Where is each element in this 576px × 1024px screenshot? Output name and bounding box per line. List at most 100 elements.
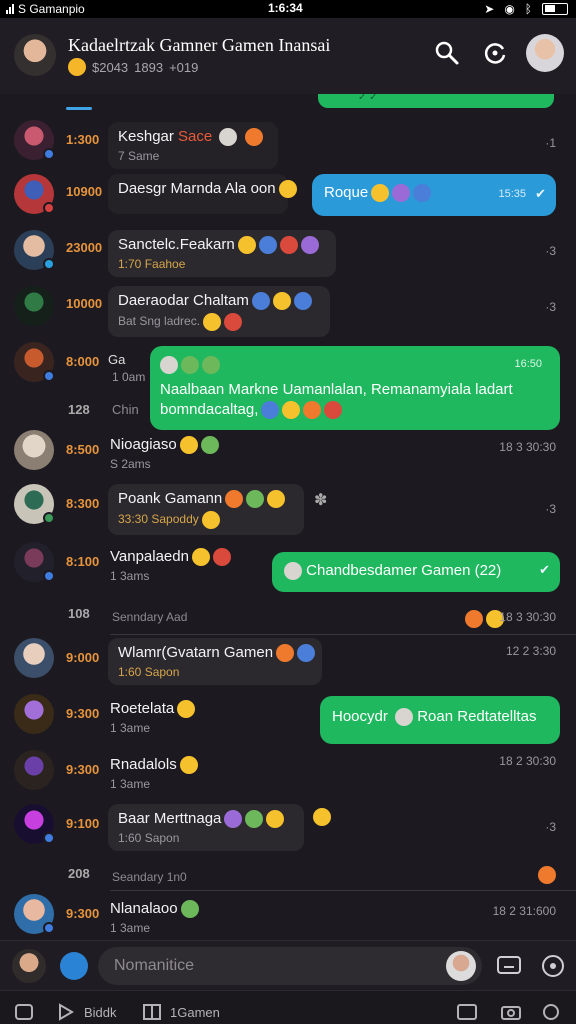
separator-number: 208: [68, 866, 90, 881]
avatar: [14, 286, 54, 326]
home-icon: [15, 1004, 33, 1020]
refresh-icon[interactable]: [480, 38, 510, 68]
divider: [110, 890, 576, 891]
bubble-text: Hoocydr: [332, 708, 388, 725]
profile-avatar[interactable]: [526, 34, 564, 72]
status-time: 1:6:34: [268, 1, 303, 15]
message-subtext: 1 3ame: [110, 921, 151, 936]
sender-name: Ga: [108, 352, 126, 367]
bubble-time: 15:35: [498, 188, 526, 200]
bubble-text: Roque: [324, 184, 369, 201]
message-bubble[interactable]: 16:50 Naalbaan Markne Uamanlalan, Remana…: [150, 346, 560, 430]
play-icon: [59, 1003, 74, 1021]
message-time: 9:000: [66, 650, 100, 665]
pinned-message-bubble[interactable]: ✓ ✓: [318, 94, 554, 108]
message-subtext: 33:30 Sapoddy: [118, 512, 199, 527]
sender-name: Rnadalols: [110, 756, 177, 773]
chat-subtitle: $2043 1893 +019: [68, 58, 198, 76]
message-subtext: 1 3ame: [110, 721, 151, 736]
separator-label: Seandary 1n0: [112, 870, 187, 884]
settings-icon: [543, 1004, 559, 1020]
avatar: [14, 230, 55, 270]
separator-number: 128: [68, 402, 90, 417]
message-input[interactable]: [98, 947, 482, 985]
separator-label: Chin: [112, 402, 139, 417]
message-bubble[interactable]: Roque 15:35 ✔: [312, 174, 556, 216]
voice-icon[interactable]: [540, 953, 566, 979]
divider: [110, 634, 576, 635]
message-bubble[interactable]: Chandbesdamer Gamen (22) ✔: [272, 552, 560, 592]
avatar: [14, 750, 54, 790]
avatar: [14, 694, 54, 734]
contact-avatar[interactable]: [446, 951, 476, 981]
message-time: 8:000: [66, 354, 100, 369]
nav-item-compose[interactable]: [456, 1003, 478, 1021]
message-meta: ·3: [545, 244, 556, 258]
avatar: [14, 894, 55, 934]
message-subtext: 1:60 Sapon: [118, 831, 180, 846]
emoji-icon: [68, 58, 86, 76]
sender-name: Sanctelc.Feakarn: [118, 236, 235, 253]
avatar: [14, 542, 55, 582]
message-subtext: 7 Same: [118, 149, 160, 164]
signal-icon: [6, 4, 14, 14]
search-icon[interactable]: [432, 38, 462, 68]
message-subtext: 1:60 Sapon: [118, 665, 180, 680]
read-check-icon: ✔: [539, 562, 550, 577]
camera-icon: [501, 1006, 521, 1020]
status-bar: S Gamanpio 1:6:34 ➤ ◉ ᛒ: [0, 0, 576, 18]
nav-item-bidk[interactable]: Biddk: [56, 1003, 117, 1021]
bubble-text: Chandbesdamer Gamen (22): [306, 562, 502, 579]
message-time: 9:300: [66, 706, 100, 721]
subtitle-a: $2043: [92, 59, 129, 75]
add-button[interactable]: [60, 952, 88, 980]
avatar: [14, 174, 55, 214]
message-meta: 18 3 30:30: [499, 440, 556, 454]
sender-name: Nioagiaso: [110, 436, 177, 453]
wifi-icon: ◉: [504, 2, 515, 16]
nav-label-gamen: 1Gamen: [170, 1004, 220, 1020]
chat-list[interactable]: ✓ ✓ 1:300 Keshgar Sace 7 Same ·1 10900 D…: [0, 94, 576, 940]
compose-icon: [457, 1004, 477, 1020]
sender-name: Vanpalaedn: [110, 548, 189, 565]
nav-item-camera[interactable]: [500, 1003, 522, 1021]
sender-name: Keshgar: [118, 128, 174, 145]
message-time: 10900: [66, 184, 103, 199]
reaction-icon[interactable]: ✽: [314, 490, 327, 510]
my-avatar[interactable]: [12, 949, 46, 983]
message-meta: 18 2 30:30: [499, 754, 556, 768]
attach-icon[interactable]: [496, 955, 522, 977]
chat-title[interactable]: Kadaelrtzak Gamner Gamen Inansai: [68, 35, 330, 56]
message-meta: ·3: [545, 300, 556, 314]
group-avatar[interactable]: [14, 34, 56, 76]
sender-name: Daesgr Marnda Ala oon: [118, 180, 276, 197]
message-subtext: S 2ams: [110, 457, 151, 472]
carrier-label: S Gamanpio: [18, 2, 85, 16]
subtitle-b: 1893: [134, 59, 164, 75]
message-meta: ·3: [545, 820, 556, 834]
message-meta: ·1: [545, 136, 556, 150]
sender-name: Poank Gamann: [118, 490, 223, 507]
sender-name-extra: Sace: [178, 128, 213, 145]
read-check-icon: ✔: [535, 186, 546, 201]
message-meta: 12 2 3:30: [505, 644, 556, 658]
bottom-nav: Biddk 1Gamen: [0, 990, 576, 1024]
message-time: 9:100: [66, 816, 100, 831]
chat-header: Kadaelrtzak Gamner Gamen Inansai $2043 1…: [0, 18, 576, 110]
message-time: 8:500: [66, 442, 100, 457]
nav-label-bidk: Biddk: [84, 1004, 117, 1020]
avatar: [14, 804, 55, 844]
avatar: [14, 342, 55, 382]
reaction-icon[interactable]: [310, 808, 331, 826]
nav-item-settings[interactable]: [540, 1003, 562, 1021]
nav-item-gamen[interactable]: 1Gamen: [142, 1003, 220, 1021]
nav-item-home[interactable]: [14, 1003, 34, 1021]
location-icon: ➤: [484, 2, 495, 16]
separator-label: Senndary Aad: [112, 610, 188, 624]
message-time: 10000: [66, 296, 103, 311]
sender-name: Nlanalaoo: [110, 900, 178, 917]
message-subtext: Bat Sng ladrec.: [118, 314, 201, 329]
subtitle-c: +019: [169, 59, 199, 75]
message-bubble[interactable]: Hoocydr Roan Redtatelltas: [320, 696, 560, 744]
sender-name: Roetelata: [110, 700, 175, 717]
